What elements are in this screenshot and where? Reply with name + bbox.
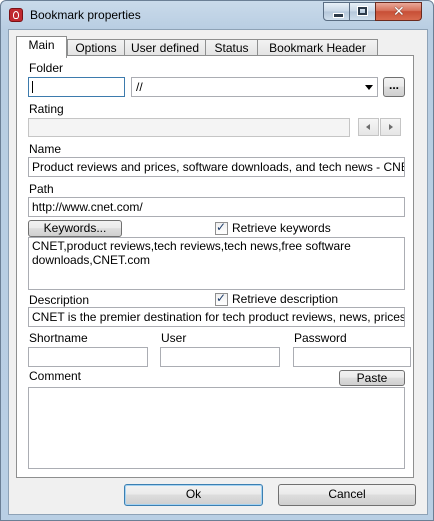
- user-input[interactable]: [160, 347, 280, 367]
- close-icon: ✕: [393, 4, 405, 20]
- description-input[interactable]: CNET is the premier destination for tech…: [28, 307, 405, 327]
- password-label: Password: [294, 331, 347, 345]
- shortname-label: Shortname: [29, 331, 88, 345]
- comment-label: Comment: [29, 369, 82, 383]
- password-input[interactable]: [293, 347, 411, 367]
- rating-label: Rating: [29, 102, 64, 116]
- cancel-button[interactable]: Cancel: [278, 484, 416, 506]
- main-tab-panel: Folder // ... Rating Name Product review…: [16, 55, 414, 478]
- keywords-button[interactable]: Keywords...: [28, 220, 122, 237]
- rating-decrease-button[interactable]: [358, 118, 379, 136]
- minimize-icon: [333, 13, 344, 18]
- rating-increase-button[interactable]: [380, 118, 401, 136]
- tab-main[interactable]: Main: [16, 36, 67, 58]
- rating-spinner: [358, 118, 403, 136]
- window-title: Bookmark properties: [30, 8, 141, 22]
- bookmark-properties-window: Bookmark properties ✕ Main Options User …: [0, 0, 434, 521]
- path-label: Path: [29, 182, 54, 196]
- folder-browse-button[interactable]: ...: [383, 77, 405, 97]
- paste-button[interactable]: Paste: [339, 370, 405, 386]
- folder-path-dropdown[interactable]: //: [131, 77, 378, 97]
- retrieve-description-checkbox[interactable]: [215, 291, 228, 306]
- ok-button[interactable]: Ok: [124, 484, 263, 506]
- retrieve-keywords-checkbox[interactable]: [215, 220, 228, 235]
- rating-bar: [28, 118, 350, 137]
- name-label: Name: [29, 142, 62, 156]
- comment-textarea[interactable]: [28, 387, 405, 469]
- name-input[interactable]: Product reviews and prices, software dow…: [28, 157, 405, 177]
- retrieve-keywords-label: Retrieve keywords: [232, 221, 331, 235]
- tab-status[interactable]: Status: [205, 39, 258, 56]
- shortname-input[interactable]: [28, 347, 148, 367]
- description-label: Description: [29, 293, 90, 307]
- tab-user-defined[interactable]: User defined: [124, 39, 206, 56]
- app-icon: [9, 8, 23, 22]
- path-input[interactable]: http://www.cnet.com/: [28, 197, 405, 217]
- retrieve-description-label: Retrieve description: [232, 292, 339, 306]
- maximize-icon: [358, 7, 367, 15]
- tab-bookmark-header[interactable]: Bookmark Header: [257, 39, 378, 56]
- folder-label: Folder: [29, 61, 64, 75]
- user-label: User: [161, 331, 187, 345]
- title-bar[interactable]: Bookmark properties ✕: [1, 1, 433, 29]
- folder-path-value: //: [136, 80, 143, 94]
- close-button[interactable]: ✕: [375, 2, 422, 21]
- keywords-textarea[interactable]: CNET,product reviews,tech reviews,tech n…: [28, 237, 405, 290]
- dialog-body: Main Options User defined Status Bookmar…: [8, 29, 428, 515]
- text-caret: [32, 81, 33, 93]
- tab-options[interactable]: Options: [67, 39, 125, 56]
- maximize-button[interactable]: [349, 2, 376, 21]
- arrow-left-icon: [366, 124, 370, 130]
- chevron-down-icon[interactable]: [360, 78, 377, 96]
- minimize-button[interactable]: [323, 2, 350, 21]
- arrow-right-icon: [389, 124, 393, 130]
- folder-name-input[interactable]: [28, 77, 125, 97]
